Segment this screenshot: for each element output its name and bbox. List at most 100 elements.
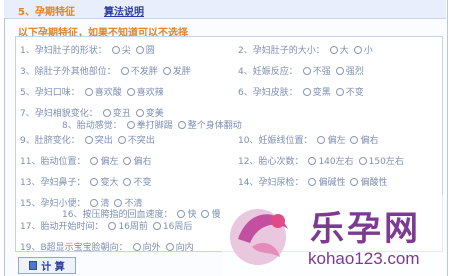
radio-circle-icon[interactable] <box>162 66 171 75</box>
radio-circle-icon[interactable] <box>350 177 359 186</box>
option-radio[interactable]: 偏左 <box>317 133 345 146</box>
option-radio[interactable]: 变大 <box>90 175 118 188</box>
option-radio[interactable]: 偏左 <box>90 154 118 167</box>
option-radio[interactable]: 突出 <box>84 133 113 146</box>
radio-circle-icon[interactable] <box>135 45 144 54</box>
option-radio[interactable]: 尖 <box>111 43 131 56</box>
radio-circle-icon[interactable] <box>102 108 111 117</box>
option-radio[interactable]: 拳打脚踢 <box>126 118 173 131</box>
option-label: 变大 <box>100 178 119 188</box>
option-label: 向内 <box>175 243 194 253</box>
radio-circle-icon[interactable] <box>90 177 99 186</box>
radio-circle-icon[interactable] <box>123 177 132 186</box>
radio-circle-icon[interactable] <box>308 177 317 186</box>
option-radio[interactable]: 喜欢酸 <box>84 85 122 98</box>
option-label: 偏左 <box>100 157 119 167</box>
radio-circle-icon[interactable] <box>302 66 311 75</box>
question-1: 1、孕妇肚子的形状： 尖 圆 <box>20 43 155 56</box>
radio-circle-icon[interactable] <box>108 221 117 230</box>
question-19: 19、B超显示宝宝脸朝向： 向外 向内 <box>20 240 194 253</box>
radio-circle-icon[interactable] <box>120 66 129 75</box>
radio-circle-icon[interactable] <box>126 120 135 129</box>
question-label: 10、妊娠线位置： <box>238 136 313 146</box>
radio-circle-icon[interactable] <box>335 87 344 96</box>
option-label: 慢 <box>211 210 221 220</box>
option-radio[interactable]: 不变 <box>335 85 364 98</box>
radio-circle-icon[interactable] <box>84 135 93 144</box>
radio-circle-icon[interactable] <box>123 156 132 165</box>
radio-circle-icon[interactable] <box>177 120 186 129</box>
radio-circle-icon[interactable] <box>117 135 126 144</box>
option-radio[interactable]: 向外 <box>132 240 161 253</box>
option-radio[interactable]: 慢 <box>201 207 220 220</box>
option-label: 偏碱性 <box>318 178 346 188</box>
radio-circle-icon[interactable] <box>165 242 174 251</box>
option-radio[interactable]: 不发胖 <box>120 64 158 77</box>
radio-circle-icon[interactable] <box>111 45 120 54</box>
radio-circle-icon[interactable] <box>90 198 99 207</box>
option-radio[interactable]: 强烈 <box>335 64 364 77</box>
option-radio[interactable]: 大 <box>329 43 349 56</box>
radio-circle-icon[interactable] <box>132 242 141 251</box>
radio-circle-icon[interactable] <box>114 198 123 207</box>
option-label: 大 <box>339 46 349 56</box>
radio-circle-icon[interactable] <box>350 135 359 144</box>
option-label: 150左右 <box>368 157 404 167</box>
calculator-icon <box>29 261 38 270</box>
radio-circle-icon[interactable] <box>135 108 144 117</box>
radio-circle-icon[interactable] <box>90 156 99 165</box>
option-label: 不变 <box>345 88 364 98</box>
option-label: 拳打脚踢 <box>136 121 173 131</box>
question-12: 12、胎心次数： 140左右 150左右 <box>238 154 404 167</box>
option-radio[interactable]: 不变 <box>123 175 151 188</box>
option-label: 偏左 <box>327 136 346 146</box>
option-radio[interactable]: 偏碱性 <box>308 175 345 188</box>
option-label: 圆 <box>145 46 155 56</box>
option-label: 不强 <box>312 67 331 77</box>
question-label: 2、孕妇肚子的大小： <box>238 46 325 56</box>
radio-circle-icon[interactable] <box>201 209 210 218</box>
radio-circle-icon[interactable] <box>302 87 311 96</box>
radio-circle-icon[interactable] <box>358 156 367 165</box>
radio-circle-icon[interactable] <box>84 87 93 96</box>
option-radio[interactable]: 不强 <box>302 64 331 77</box>
option-label: 变黑 <box>312 88 331 98</box>
question-4: 4、妊娠反应： 不强 强烈 <box>238 64 364 77</box>
radio-circle-icon[interactable] <box>353 45 362 54</box>
option-radio[interactable]: 小 <box>353 43 373 56</box>
option-radio[interactable]: 变黑 <box>302 85 331 98</box>
option-radio[interactable]: 喜欢辣 <box>126 85 164 98</box>
option-radio[interactable]: 16周前 <box>108 219 148 232</box>
option-label: 16周前 <box>118 222 148 232</box>
calculate-button[interactable]: 计 算 <box>18 257 76 274</box>
option-radio[interactable]: 偏右 <box>123 154 151 167</box>
option-radio[interactable]: 圆 <box>135 43 155 56</box>
section-header: 5、孕期特征 算法说明 <box>4 0 446 19</box>
radio-circle-icon[interactable] <box>177 209 186 218</box>
radio-circle-icon[interactable] <box>317 135 326 144</box>
radio-circle-icon[interactable] <box>126 87 135 96</box>
question-label: 9、肚脐变化： <box>20 136 80 146</box>
option-radio[interactable]: 不突出 <box>117 133 155 146</box>
option-radio[interactable]: 向内 <box>165 240 194 253</box>
watermark-brand: 乐孕网 <box>310 209 421 249</box>
option-radio[interactable]: 偏酸性 <box>350 175 387 188</box>
option-label: 16周后 <box>162 222 193 232</box>
option-label: 偏右 <box>360 136 379 146</box>
question-label: 8、胎动感觉： <box>62 121 122 131</box>
radio-circle-icon[interactable] <box>335 66 344 75</box>
option-radio[interactable]: 发胖 <box>162 64 191 77</box>
option-radio[interactable]: 整个身体翻动 <box>177 118 242 131</box>
option-radio[interactable]: 偏右 <box>350 133 378 146</box>
radio-circle-icon[interactable] <box>329 45 338 54</box>
question-6: 6、孕妇皮肤： 变黑 不变 <box>238 85 364 98</box>
option-label: 突出 <box>94 136 113 146</box>
option-radio[interactable]: 16周后 <box>152 219 193 232</box>
question-label: 12、胎心次数： <box>238 157 304 167</box>
question-label: 5、孕妇口味： <box>20 88 80 98</box>
algorithm-explanation-link[interactable]: 算法说明 <box>104 3 144 18</box>
option-radio[interactable]: 140左右 <box>308 154 354 167</box>
option-radio[interactable]: 150左右 <box>358 154 404 167</box>
radio-circle-icon[interactable] <box>152 221 161 230</box>
radio-circle-icon[interactable] <box>308 156 317 165</box>
